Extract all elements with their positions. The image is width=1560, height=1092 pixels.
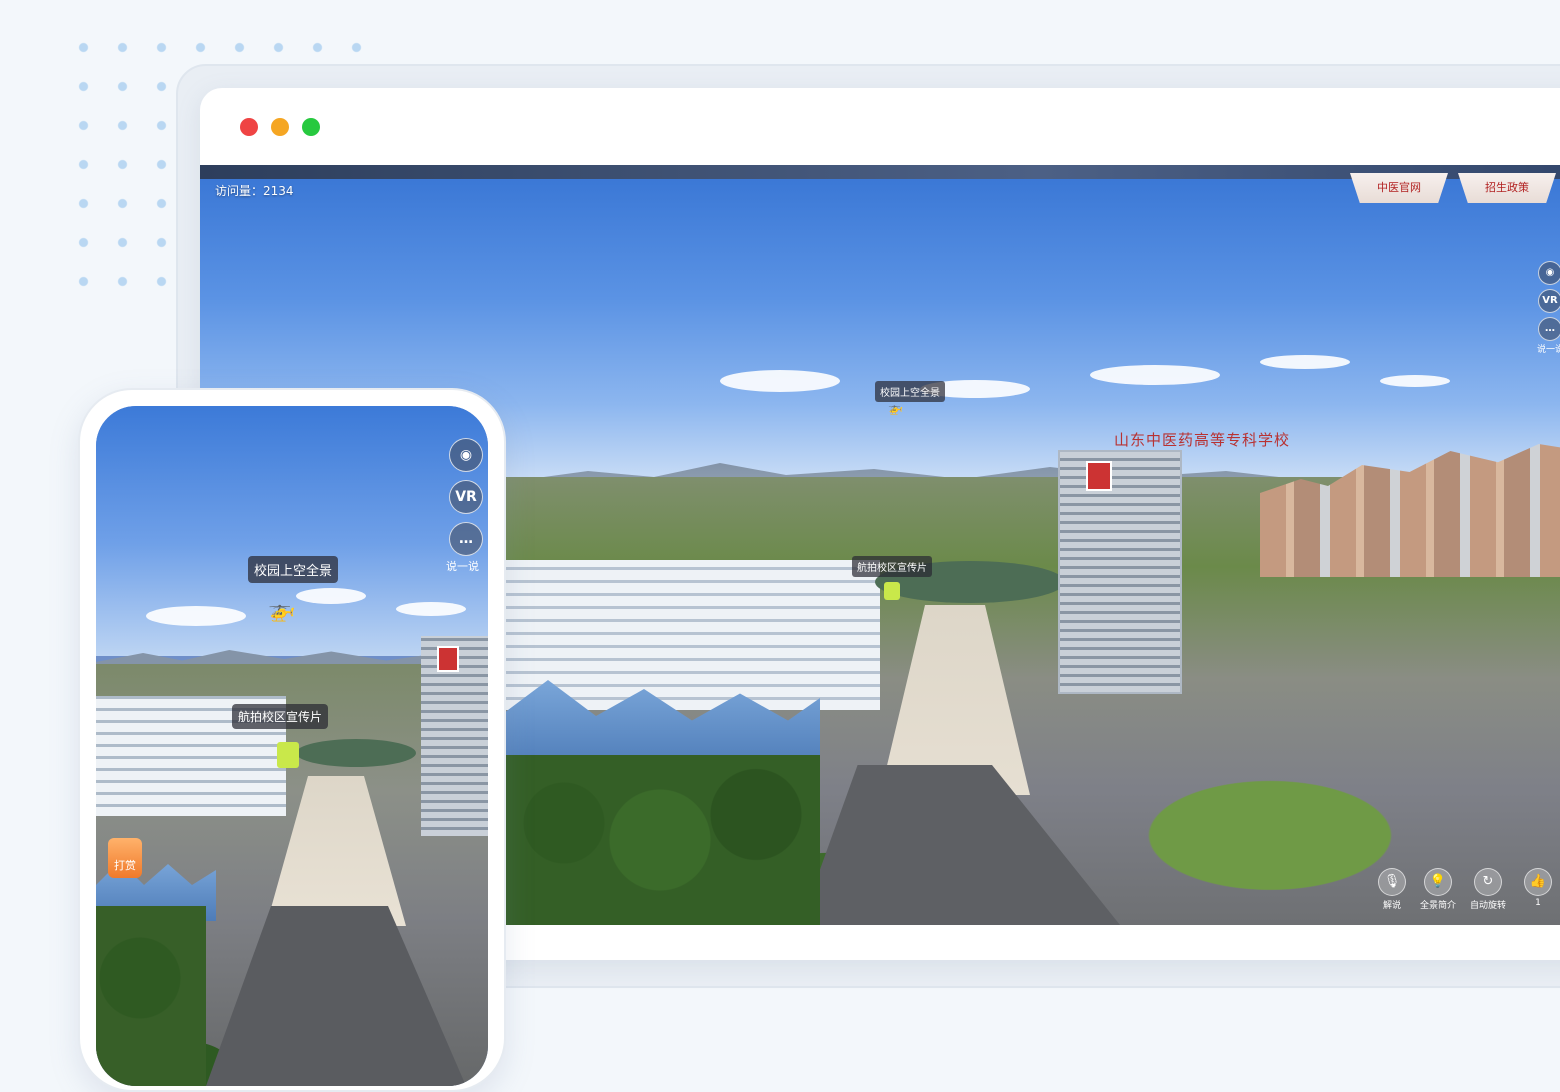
- thumbs-up-icon: 👍: [1524, 868, 1552, 896]
- official-site-button[interactable]: 中医官网: [1350, 173, 1448, 203]
- panorama-intro-button[interactable]: 💡 全景简介: [1420, 868, 1456, 911]
- narration-button[interactable]: 🎙 解说: [1378, 868, 1406, 911]
- cloud: [1090, 365, 1220, 385]
- phone-panorama-viewport[interactable]: ◉ VR … 说一说 校园上空全景 🚁 航拍校区宣传片 打赏: [96, 406, 488, 1086]
- phone-mockup: ◉ VR … 说一说 校园上空全景 🚁 航拍校区宣传片 打赏: [78, 388, 506, 1092]
- tower-badge-logo: [1086, 461, 1112, 491]
- cloud: [1260, 355, 1350, 369]
- visit-counter: 访问量：2134: [215, 184, 294, 198]
- phone-tree-cluster: [96, 906, 206, 1086]
- helicopter-icon[interactable]: 🚁: [268, 598, 295, 623]
- lightbulb-icon: 💡: [1424, 868, 1452, 896]
- vr-button[interactable]: VR: [449, 480, 483, 514]
- chat-icon[interactable]: …: [1538, 317, 1560, 341]
- hotspot-aerial-video[interactable]: 航拍校区宣传片: [232, 704, 329, 729]
- chat-icon[interactable]: …: [449, 522, 483, 556]
- video-marker-icon[interactable]: [884, 582, 900, 600]
- reward-label: 打赏: [114, 859, 136, 872]
- window-controls: [240, 118, 320, 136]
- like-count: 1: [1535, 898, 1541, 908]
- phone-tower-badge-logo: [437, 646, 459, 672]
- tree-cluster: [500, 755, 820, 925]
- hotspot-aerial-panorama[interactable]: 校园上空全景: [248, 556, 339, 583]
- panorama-intro-label: 全景简介: [1420, 901, 1457, 911]
- microphone-icon: 🎙: [1378, 868, 1406, 896]
- cloud: [146, 606, 246, 626]
- phone-campus-lake: [296, 739, 416, 767]
- cloud: [296, 588, 366, 604]
- close-window-dot[interactable]: [240, 118, 258, 136]
- rotate-icon: ↻: [1474, 868, 1502, 896]
- hotspot-aerial-panorama[interactable]: 校园上空全景: [875, 381, 945, 402]
- hotspot-aerial-video[interactable]: 航拍校区宣传片: [852, 556, 932, 577]
- reward-button[interactable]: 打赏: [108, 838, 142, 878]
- auto-rotate-label: 自动旋转: [1470, 901, 1507, 911]
- auto-rotate-button[interactable]: ↻ 自动旋转: [1470, 868, 1506, 911]
- main-tower: [1058, 450, 1182, 694]
- eye-icon[interactable]: ◉: [1538, 261, 1560, 285]
- video-marker-icon[interactable]: [277, 742, 299, 768]
- tower-sign: 山东中医药高等专科学校: [1114, 431, 1291, 449]
- comment-label: 说一说: [1537, 345, 1560, 355]
- helicopter-icon[interactable]: 🚁: [888, 401, 903, 415]
- vr-button[interactable]: VR: [1538, 289, 1560, 313]
- cloud: [1380, 375, 1450, 387]
- comment-label: 说一说: [446, 560, 479, 573]
- maximize-window-dot[interactable]: [302, 118, 320, 136]
- eye-icon[interactable]: ◉: [449, 438, 483, 472]
- cloud: [396, 602, 466, 616]
- like-button[interactable]: 👍 1: [1524, 868, 1552, 908]
- admission-policy-button[interactable]: 招生政策: [1458, 173, 1556, 203]
- narration-label: 解说: [1382, 901, 1401, 911]
- cloud: [720, 370, 840, 392]
- minimize-window-dot[interactable]: [271, 118, 289, 136]
